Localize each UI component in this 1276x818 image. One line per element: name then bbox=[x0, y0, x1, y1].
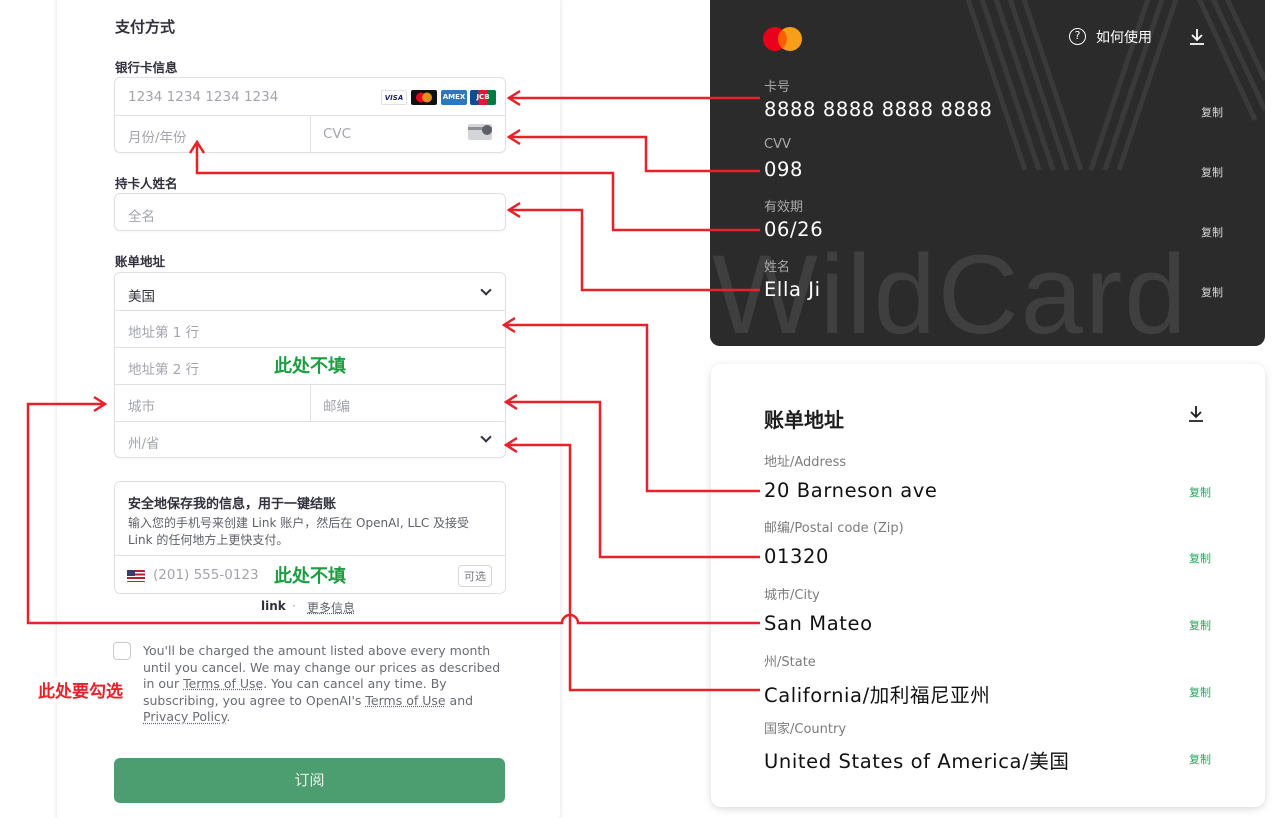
divider bbox=[310, 115, 311, 153]
copy-card-number-button[interactable]: 复制 bbox=[1201, 104, 1223, 120]
expiry-label: 有效期 bbox=[764, 200, 804, 215]
zip-input[interactable]: 邮编 bbox=[323, 395, 350, 415]
virtual-card: WildCard ? 如何使用 卡号 8888 8888 8888 8888 复… bbox=[710, 0, 1265, 346]
divider bbox=[115, 347, 505, 348]
mastercard-logo-icon bbox=[763, 27, 802, 51]
more-info-link[interactable]: 更多信息 bbox=[307, 599, 355, 616]
chevron-down-icon[interactable] bbox=[480, 431, 492, 443]
address-value: 20 Barneson ave bbox=[764, 479, 938, 502]
copy-address-button[interactable]: 复制 bbox=[1189, 484, 1211, 500]
payment-method-title: 支付方式 bbox=[115, 18, 176, 36]
divider bbox=[115, 421, 505, 422]
billing-address-card: 账单地址 地址/Address 20 Barneson ave 复制 邮编/Po… bbox=[711, 364, 1265, 807]
fullname-placeholder: 全名 bbox=[128, 209, 155, 225]
divider bbox=[115, 555, 505, 556]
card-info-group: 1234 1234 1234 1234 VISA AMEX JCB 月份/年份 … bbox=[114, 77, 506, 153]
amex-icon: AMEX bbox=[441, 90, 467, 105]
card-info-label: 银行卡信息 bbox=[115, 60, 178, 75]
link-description: 输入您的手机号来创建 Link 账户，然后在 OpenAI, LLC 及接受 L… bbox=[128, 516, 470, 547]
download-icon[interactable] bbox=[1187, 405, 1205, 423]
expiry-value: 06/26 bbox=[764, 218, 824, 241]
terms-text: You'll be charged the amount listed abov… bbox=[143, 643, 501, 725]
zip-label: 邮编/Postal code (Zip) bbox=[764, 521, 904, 536]
mastercard-icon bbox=[411, 90, 437, 105]
cvc-card-icon bbox=[468, 124, 492, 140]
card-number-label: 卡号 bbox=[764, 80, 791, 95]
address-label: 地址/Address bbox=[764, 455, 847, 470]
annotation-no-fill: 此处不填 bbox=[274, 356, 346, 377]
name-label: 姓名 bbox=[764, 260, 791, 275]
us-flag-icon bbox=[127, 570, 145, 582]
divider bbox=[310, 384, 311, 421]
annotation-must-check: 此处要勾选 bbox=[38, 677, 123, 702]
address-line1-input[interactable]: 地址第 1 行 bbox=[128, 321, 199, 341]
visa-icon: VISA bbox=[381, 90, 407, 105]
privacy-policy-link[interactable]: Privacy Policy bbox=[143, 709, 226, 724]
download-icon[interactable] bbox=[1188, 28, 1206, 46]
state-select[interactable]: 州/省 bbox=[128, 432, 160, 452]
cvv-value: 098 bbox=[764, 158, 804, 181]
link-title: 安全地保存我的信息，用于一键结账 bbox=[128, 497, 337, 512]
cvv-label: CVV bbox=[764, 137, 791, 152]
billing-address-label: 账单地址 bbox=[115, 254, 166, 269]
subscribe-button[interactable]: 订阅 bbox=[114, 758, 505, 803]
link-brand: link bbox=[261, 599, 286, 613]
card-number-value: 8888 8888 8888 8888 bbox=[764, 98, 993, 121]
name-value: Ella Ji bbox=[764, 278, 821, 301]
copy-zip-button[interactable]: 复制 bbox=[1189, 550, 1211, 566]
terms-checkbox[interactable] bbox=[113, 642, 131, 660]
address-line2-input[interactable]: 地址第 2 行 bbox=[128, 358, 199, 378]
jcb-icon: JCB bbox=[470, 90, 496, 105]
copy-country-button[interactable]: 复制 bbox=[1189, 751, 1211, 767]
copy-expiry-button[interactable]: 复制 bbox=[1201, 224, 1223, 240]
divider bbox=[115, 310, 505, 311]
copy-cvv-button[interactable]: 复制 bbox=[1201, 164, 1223, 180]
billing-address-title: 账单地址 bbox=[764, 408, 844, 432]
zip-value: 01320 bbox=[764, 545, 830, 568]
country-value: United States of America/美国 bbox=[764, 750, 1070, 773]
country-label: 国家/Country bbox=[764, 722, 847, 737]
country-select[interactable]: 美国 bbox=[128, 285, 155, 305]
how-to-use-link[interactable]: 如何使用 bbox=[1096, 27, 1152, 47]
state-value: California/加利福尼亚州 bbox=[764, 684, 991, 707]
terms-of-use-link-2[interactable]: Terms of Use bbox=[365, 693, 445, 708]
link-separator: · bbox=[292, 599, 296, 613]
city-value: San Mateo bbox=[764, 612, 873, 635]
cvc-input[interactable]: CVC bbox=[323, 126, 351, 142]
city-input[interactable]: 城市 bbox=[128, 395, 155, 415]
card-number-input[interactable]: 1234 1234 1234 1234 bbox=[128, 89, 278, 105]
cardholder-label: 持卡人姓名 bbox=[115, 176, 178, 191]
copy-city-button[interactable]: 复制 bbox=[1189, 617, 1211, 633]
expiry-input[interactable]: 月份/年份 bbox=[128, 126, 187, 146]
optional-badge: 可选 bbox=[458, 565, 492, 587]
city-label: 城市/City bbox=[764, 588, 820, 603]
annotation-no-fill: 此处不填 bbox=[274, 566, 346, 587]
chevron-down-icon[interactable] bbox=[480, 284, 492, 296]
phone-input[interactable]: (201) 555-0123 bbox=[153, 567, 259, 583]
copy-name-button[interactable]: 复制 bbox=[1201, 284, 1223, 300]
terms-of-use-link[interactable]: Terms of Use bbox=[183, 676, 263, 691]
state-label: 州/State bbox=[764, 655, 816, 670]
fullname-field[interactable]: 全名 bbox=[114, 193, 506, 231]
copy-state-button[interactable]: 复制 bbox=[1189, 684, 1211, 700]
help-icon[interactable]: ? bbox=[1069, 28, 1086, 45]
